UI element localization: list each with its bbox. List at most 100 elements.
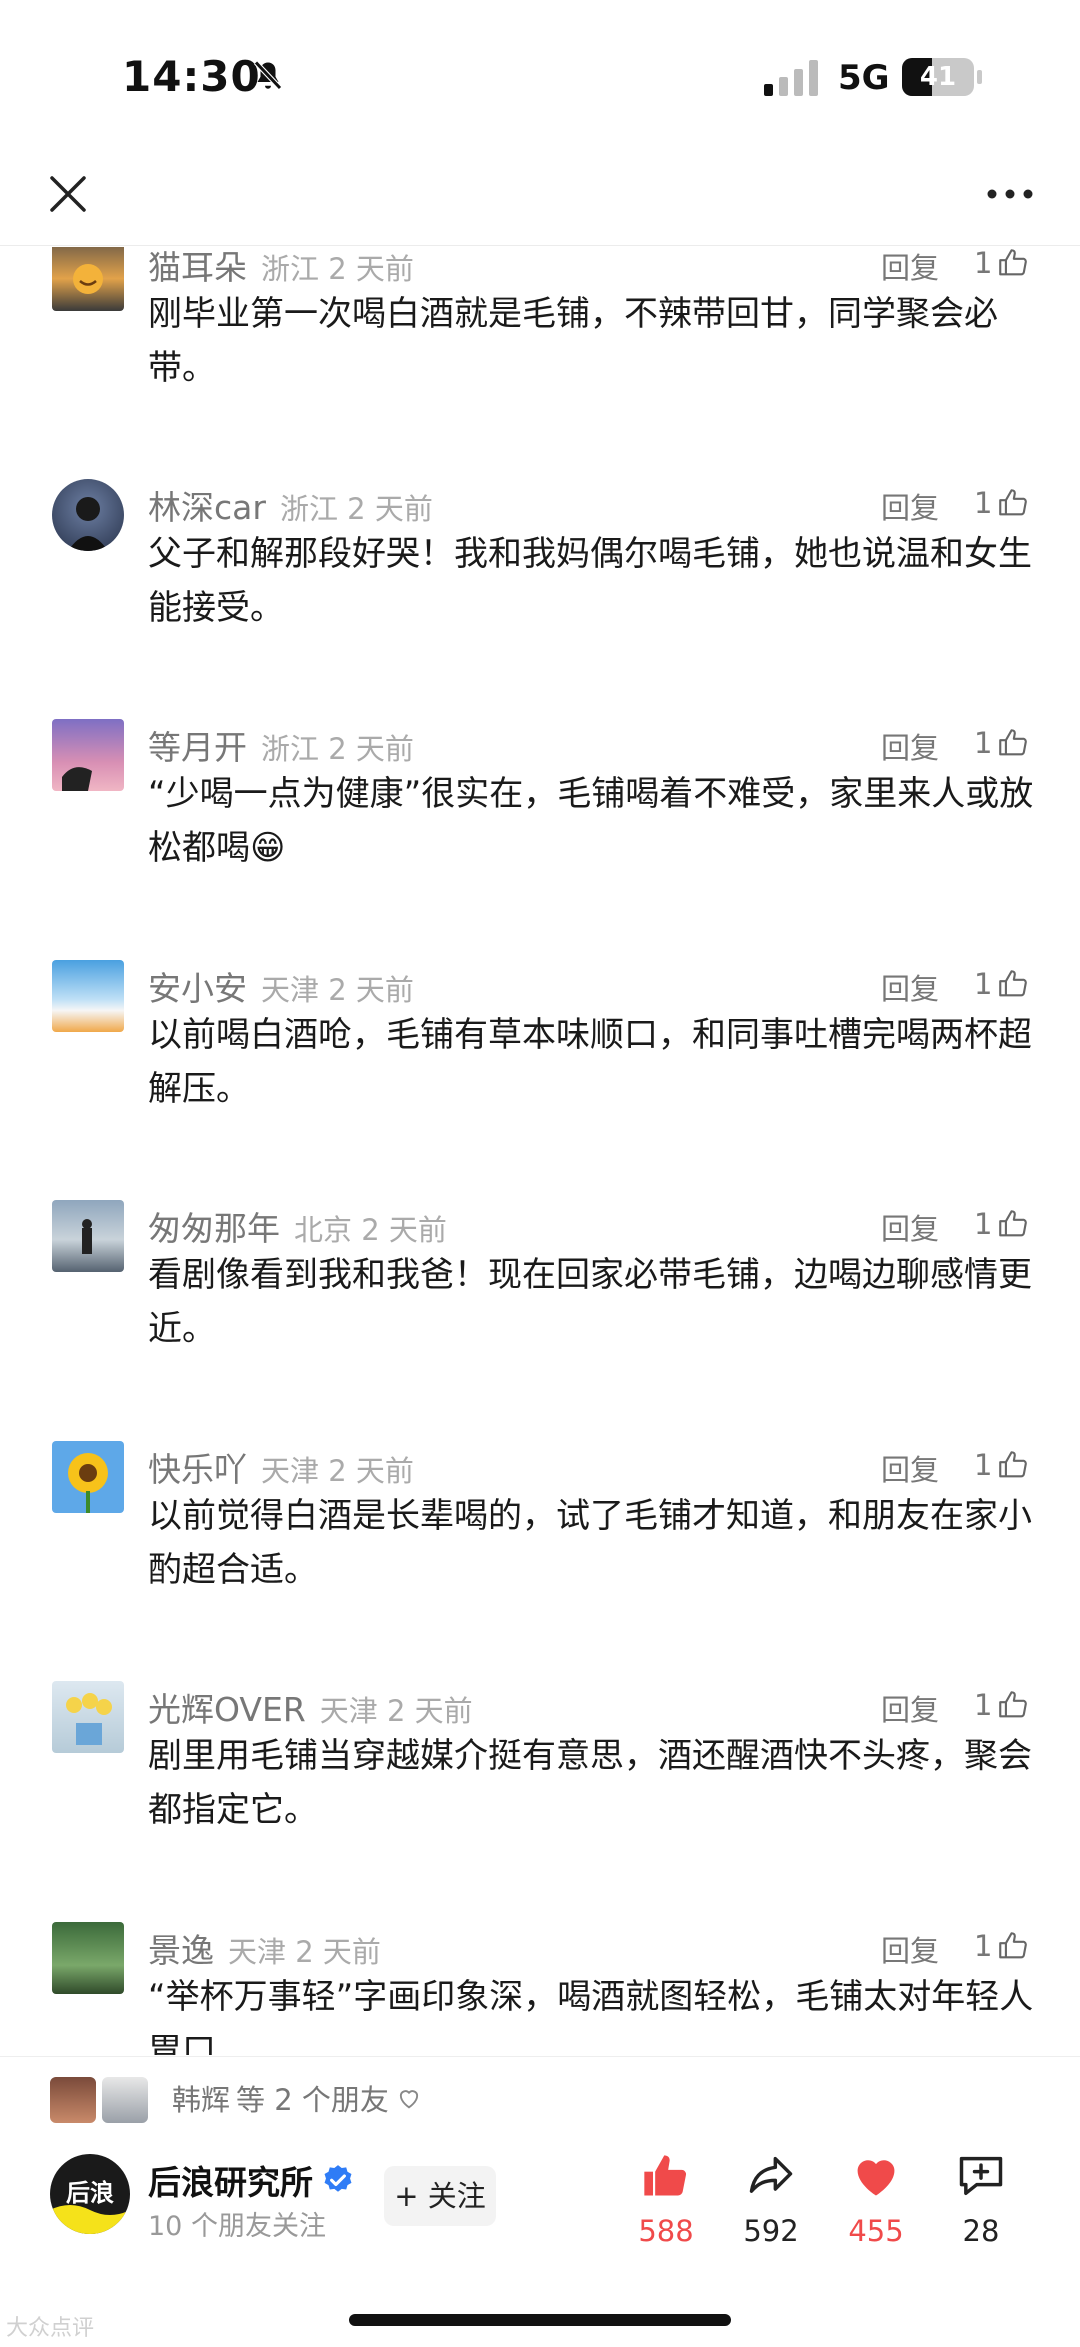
comment-text: 看剧像看到我和我爸！现在回家必带毛铺，边喝边聊感情更近。 — [148, 1255, 1032, 1349]
avatar[interactable] — [52, 719, 124, 791]
favorite-button[interactable]: 455 — [826, 2150, 926, 2260]
thumb-up-filled-icon — [644, 2155, 687, 2196]
comment-like-button[interactable]: 1 — [974, 1202, 1030, 1246]
reply-button[interactable]: 回复 — [881, 1447, 939, 1489]
comment-text: 以前觉得白酒是长辈喝的，试了毛铺才知道，和朋友在家小酌超合适。 — [148, 1496, 1032, 1590]
thumb-up-icon — [999, 1691, 1028, 1718]
author-avatar[interactable]: 后浪 — [50, 2154, 130, 2234]
like-count: 588 — [638, 2214, 694, 2248]
comment-meta: 北京 2 天前 — [294, 1213, 447, 1247]
heart-outline-icon — [399, 2090, 419, 2109]
avatar[interactable] — [52, 1681, 124, 1753]
comment-meta: 浙江 2 天前 — [261, 732, 414, 766]
comment-like-button[interactable]: 1 — [974, 962, 1030, 1006]
avatar[interactable] — [52, 247, 124, 311]
comment-like-count: 1 — [974, 486, 993, 520]
comment-like-button[interactable]: 1 — [974, 1683, 1030, 1727]
friend-name: 韩辉 — [172, 2083, 231, 2117]
thumb-up-icon — [999, 1932, 1028, 1959]
reply-button[interactable]: 回复 — [881, 1206, 939, 1248]
comment-username[interactable]: 景逸 — [148, 1931, 214, 1970]
more-options-icon[interactable] — [978, 166, 1042, 222]
comment-item: 猫耳朵 浙江 2 天前 回复 1 刚毕业第一次喝白酒就是毛铺，不辣带回甘，同学聚会… — [0, 247, 1080, 479]
author-followers-text: 10 个朋友关注 — [148, 2211, 326, 2242]
comment-username[interactable]: 光辉OVER — [148, 1690, 306, 1729]
comment-count: 28 — [962, 2214, 1000, 2248]
comment-meta: 浙江 2 天前 — [261, 252, 414, 286]
avatar[interactable] — [52, 1200, 124, 1272]
bottom-action-bar: 后浪 后浪研究所 10 个朋友关注 + 关注 588 592 455 28 大众… — [0, 2142, 1080, 2347]
thumb-up-icon — [999, 970, 1028, 997]
comment-text: “少喝一点为健康”很实在，毛铺喝着不难受，家里来人或放松都喝😁 — [148, 774, 1034, 868]
thumb-up-icon — [999, 729, 1028, 756]
comment-like-button[interactable]: 1 — [974, 721, 1030, 765]
verified-badge-icon — [324, 2165, 352, 2192]
comment-like-count: 1 — [974, 247, 993, 280]
follow-button[interactable]: + 关注 — [384, 2166, 496, 2226]
author-name[interactable]: 后浪研究所 — [148, 2156, 313, 2204]
comment-like-count: 1 — [974, 1929, 993, 1963]
comment-text: 刚毕业第一次喝白酒就是毛铺，不辣带回甘，同学聚会必带。 — [148, 294, 998, 388]
comment-like-count: 1 — [974, 726, 993, 760]
share-count: 592 — [743, 2214, 799, 2248]
comment-username[interactable]: 安小安 — [148, 969, 247, 1008]
comment-username[interactable]: 匆匆那年 — [148, 1209, 280, 1248]
home-indicator[interactable] — [349, 2314, 731, 2326]
network-type: 5G — [838, 58, 890, 98]
reply-button[interactable]: 回复 — [881, 247, 939, 287]
status-bar: 14:30 5G 41 — [0, 0, 1080, 150]
friend-avatar — [48, 2075, 98, 2125]
comment-like-button[interactable]: 1 — [974, 1443, 1030, 1487]
bell-muted-icon — [254, 60, 282, 90]
avatar[interactable] — [52, 960, 124, 1032]
friend-count-text: 等 2 个朋友 — [236, 2083, 389, 2117]
comment-meta: 浙江 2 天前 — [279, 492, 433, 526]
comment-list: 猫耳朵 浙江 2 天前 回复 1 刚毕业第一次喝白酒就是毛铺，不辣带回甘，同学聚会… — [0, 247, 1080, 2055]
comment-button[interactable]: 28 — [931, 2150, 1031, 2260]
share-arrow-icon — [749, 2156, 793, 2193]
comment-meta: 天津 2 天前 — [228, 1935, 381, 1969]
comment-username[interactable]: 猫耳朵 — [148, 248, 247, 287]
avatar[interactable] — [52, 479, 124, 551]
comment-like-count: 1 — [974, 967, 993, 1001]
comment-item: 匆匆那年 北京 2 天前 回复 1 看剧像看到我和我爸！现在回家必带毛铺，边喝边聊… — [0, 1200, 1080, 1440]
status-time: 14:30 — [122, 52, 261, 101]
avatar[interactable] — [52, 1922, 124, 1994]
friend-avatar — [100, 2075, 150, 2125]
comment-like-button[interactable]: 1 — [974, 481, 1030, 525]
favorite-count: 455 — [848, 2214, 904, 2248]
heart-filled-icon — [857, 2160, 895, 2196]
comment-like-button[interactable]: 1 — [974, 1924, 1030, 1968]
comment-meta: 天津 2 天前 — [261, 1454, 414, 1488]
comment-item: 安小安 天津 2 天前 回复 1 以前喝白酒呛，毛铺有草本味顺口，和同事吐槽完喝两… — [0, 960, 1080, 1200]
comment-meta: 天津 2 天前 — [319, 1694, 473, 1728]
author-logo-text: 后浪 — [66, 2179, 114, 2207]
comment-text: 父子和解那段好哭！我和我妈偶尔喝毛铺，她也说温和女生能接受。 — [148, 534, 1032, 628]
close-icon[interactable] — [40, 166, 96, 222]
reply-button[interactable]: 回复 — [881, 1687, 939, 1729]
comment-item: 快乐吖 天津 2 天前 回复 1 以前觉得白酒是长辈喝的，试了毛铺才知道，和朋友在… — [0, 1441, 1080, 1681]
comment-meta: 天津 2 天前 — [261, 973, 414, 1007]
like-button[interactable]: 588 — [616, 2150, 716, 2260]
avatar[interactable] — [52, 1441, 124, 1513]
comment-add-icon — [959, 2156, 1003, 2196]
reply-button[interactable]: 回复 — [881, 725, 939, 767]
comment-username[interactable]: 快乐吖 — [148, 1450, 247, 1489]
comment-text: “举杯万事轻”字画印象深，喝酒就图轻松，毛铺太对年轻人胃口 — [148, 1977, 1034, 2055]
reply-button[interactable]: 回复 — [881, 485, 939, 527]
battery-icon: 41 — [902, 58, 982, 96]
reply-button[interactable]: 回复 — [881, 1928, 939, 1970]
top-nav — [0, 150, 1080, 246]
watermark: 大众点评 — [6, 2316, 95, 2341]
share-button[interactable]: 592 — [721, 2150, 821, 2260]
thumb-up-icon — [999, 1451, 1028, 1478]
reply-button[interactable]: 回复 — [881, 966, 939, 1008]
comment-username[interactable]: 林深car — [148, 488, 266, 527]
comment-item: 林深car 浙江 2 天前 回复 1 父子和解那段好哭！我和我妈偶尔喝毛铺，她也说… — [0, 479, 1080, 719]
thumb-up-icon — [999, 489, 1028, 516]
friends-liked-strip[interactable]: 韩辉 等 2 个朋友 — [0, 2056, 1080, 2142]
thumb-up-icon — [999, 1210, 1028, 1237]
comment-username[interactable]: 等月开 — [148, 728, 247, 767]
cellular-signal-icon — [764, 60, 818, 96]
comment-like-button[interactable]: 1 — [974, 247, 1030, 285]
